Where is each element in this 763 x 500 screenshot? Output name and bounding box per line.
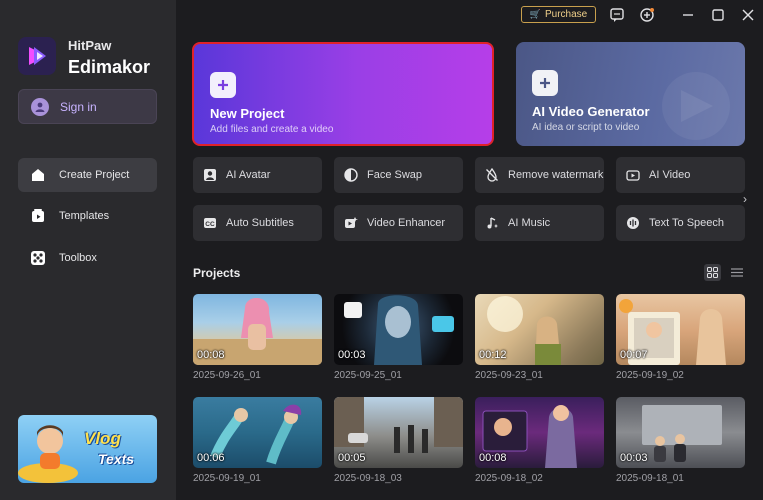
- project-thumbnail[interactable]: 00:08: [193, 294, 322, 365]
- app-window: HitPaw Edimakor Sign in Create Project T…: [0, 0, 763, 500]
- templates-icon: [30, 208, 46, 224]
- grid-view-icon[interactable]: [704, 264, 721, 281]
- text-to-speech-icon: [626, 216, 640, 230]
- sidebar-item-label: Toolbox: [59, 252, 97, 264]
- project-name: 2025-09-18_02: [475, 473, 543, 484]
- tool-label: AI Music: [508, 217, 551, 229]
- project-name: 2025-09-19_02: [616, 370, 684, 381]
- subtitles-icon: CC: [203, 216, 217, 230]
- sign-in-label: Sign in: [60, 99, 97, 114]
- product-name: Edimakor: [68, 57, 151, 77]
- brand-name: HitPaw: [68, 38, 112, 53]
- home-icon: [30, 167, 46, 183]
- duration-label: 00:08: [479, 452, 507, 464]
- sidebar-item-label: Templates: [59, 210, 110, 222]
- tool-video-enhancer[interactable]: Video Enhancer: [334, 205, 463, 241]
- duration-label: 00:03: [620, 452, 648, 464]
- project-thumbnail[interactable]: 00:12: [475, 294, 604, 365]
- duration-label: 00:08: [197, 349, 225, 361]
- project-name: 2025-09-25_01: [334, 370, 402, 381]
- sidebar: HitPaw Edimakor Sign in Create Project T…: [0, 0, 176, 500]
- sidebar-item-toolbox[interactable]: Toolbox: [18, 241, 157, 275]
- remove-watermark-icon: [485, 168, 499, 182]
- tool-ai-video[interactable]: AI Video: [616, 157, 745, 193]
- sidebar-item-create-project[interactable]: Create Project: [18, 158, 157, 192]
- avatar-icon: [203, 168, 217, 182]
- ai-video-title: AI Video Generator: [532, 104, 650, 119]
- sign-in-button[interactable]: Sign in: [18, 89, 157, 124]
- project-thumbnail[interactable]: 00:08: [475, 397, 604, 468]
- app-logo: [18, 37, 56, 75]
- feedback-icon[interactable]: [607, 5, 627, 25]
- project-thumbnail[interactable]: 00:03: [334, 294, 463, 365]
- tool-text-to-speech[interactable]: Text To Speech: [616, 205, 745, 241]
- ai-video-icon: [626, 168, 640, 182]
- promo-subtitle: Texts: [98, 451, 135, 467]
- promo-title: Vlog: [84, 429, 121, 448]
- purchase-label: Purchase: [544, 9, 588, 20]
- project-name: 2025-09-18_03: [334, 473, 402, 484]
- notification-icon[interactable]: [637, 5, 657, 25]
- tool-remove-watermark[interactable]: Remove watermark: [475, 157, 604, 193]
- project-thumbnail[interactable]: 00:07: [616, 294, 745, 365]
- cart-icon: 🛒: [529, 9, 541, 19]
- tool-ai-music[interactable]: AI Music: [475, 205, 604, 241]
- project-name: 2025-09-19_01: [193, 473, 261, 484]
- plus-icon: [532, 70, 558, 96]
- video-enhancer-icon: [344, 216, 358, 230]
- close-icon[interactable]: [738, 5, 758, 25]
- new-project-card[interactable]: New Project Add files and create a video: [192, 42, 494, 146]
- promo-illustration: [18, 425, 78, 483]
- tool-label: Auto Subtitles: [226, 217, 294, 229]
- new-project-title: New Project: [210, 106, 285, 121]
- maximize-icon[interactable]: [708, 5, 728, 25]
- project-name: 2025-09-23_01: [475, 370, 543, 381]
- music-icon: [485, 216, 499, 230]
- plus-icon: [210, 72, 236, 98]
- duration-label: 00:05: [338, 452, 366, 464]
- tool-face-swap[interactable]: Face Swap: [334, 157, 463, 193]
- tool-label: AI Avatar: [226, 169, 271, 181]
- user-icon: [31, 97, 49, 116]
- chevron-right-icon[interactable]: ›: [738, 190, 752, 208]
- tool-label: Remove watermark: [508, 169, 604, 181]
- minimize-icon[interactable]: [678, 5, 698, 25]
- tool-auto-subtitles[interactable]: CC Auto Subtitles: [193, 205, 322, 241]
- vlog-texts-banner[interactable]: Vlog Texts: [18, 415, 157, 483]
- new-project-subtitle: Add files and create a video: [210, 124, 334, 135]
- tool-label: Face Swap: [367, 169, 423, 181]
- project-thumbnail[interactable]: 00:06: [193, 397, 322, 468]
- toolbox-icon: [30, 250, 46, 266]
- project-name: 2025-09-18_01: [616, 473, 684, 484]
- projects-heading: Projects: [193, 266, 241, 280]
- face-swap-icon: [344, 168, 358, 182]
- sidebar-item-label: Create Project: [59, 169, 130, 181]
- list-view-icon[interactable]: [728, 264, 745, 281]
- tool-ai-avatar[interactable]: AI Avatar: [193, 157, 322, 193]
- project-thumbnail[interactable]: 00:03: [616, 397, 745, 468]
- ai-video-subtitle: AI idea or script to video: [532, 122, 640, 133]
- duration-label: 00:07: [620, 349, 648, 361]
- purchase-button[interactable]: 🛒 Purchase: [521, 6, 596, 23]
- svg-text:CC: CC: [205, 221, 215, 228]
- sidebar-item-templates[interactable]: Templates: [18, 199, 157, 233]
- duration-label: 00:06: [197, 452, 225, 464]
- project-name: 2025-09-26_01: [193, 370, 261, 381]
- ai-video-generator-card[interactable]: AI Video Generator AI idea or script to …: [516, 42, 745, 146]
- project-thumbnail[interactable]: 00:05: [334, 397, 463, 468]
- tool-label: Video Enhancer: [367, 217, 446, 229]
- duration-label: 00:03: [338, 349, 366, 361]
- duration-label: 00:12: [479, 349, 507, 361]
- play-watermark-icon: [662, 72, 730, 140]
- tool-label: Text To Speech: [649, 217, 725, 229]
- tool-label: AI Video: [649, 169, 691, 181]
